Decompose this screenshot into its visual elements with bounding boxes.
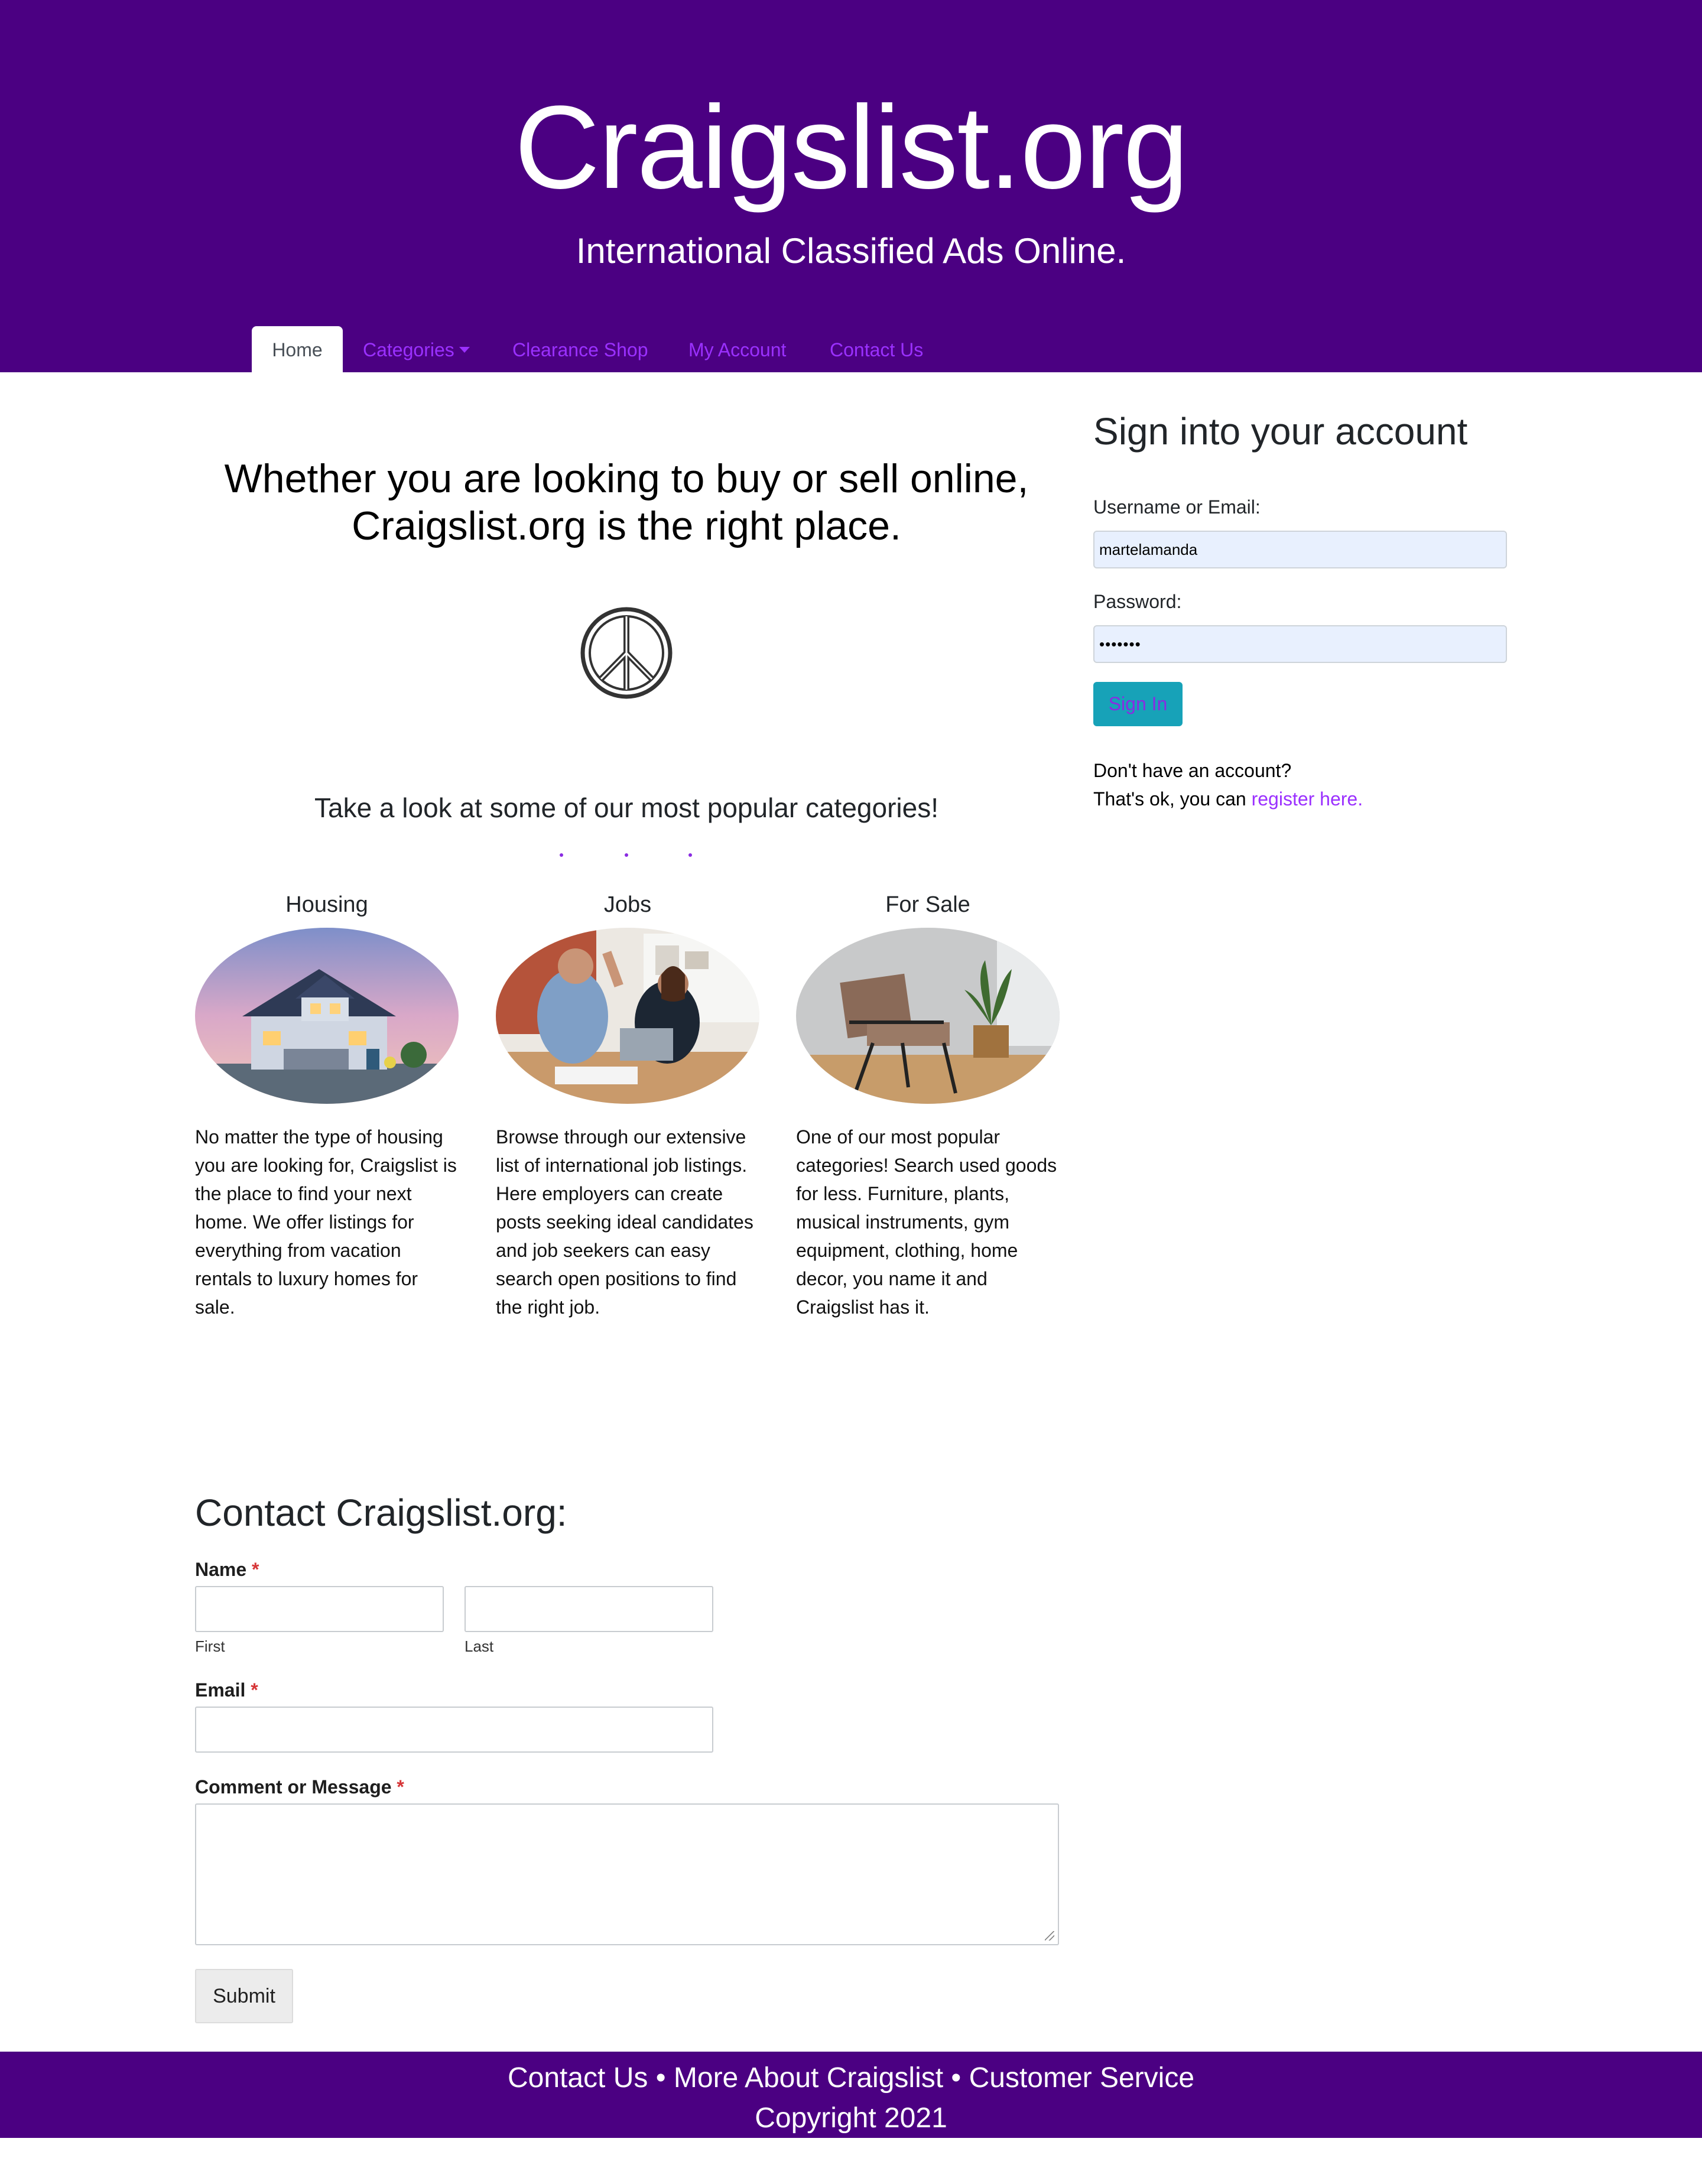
carousel-dot[interactable] <box>688 853 692 857</box>
for-sale-image[interactable] <box>796 928 1060 1104</box>
message-textarea[interactable] <box>195 1803 1059 1945</box>
carousel-dot[interactable] <box>625 853 628 857</box>
site-tagline: International Classified Ads Online. <box>576 231 1126 271</box>
username-input[interactable]: martelamanda <box>1093 531 1507 568</box>
footer-separator: • <box>951 2062 962 2094</box>
required-mark: * <box>251 1679 258 1701</box>
submit-button[interactable]: Submit <box>195 1969 293 2023</box>
footer-link-more-about[interactable]: More About Craigslist <box>674 2062 943 2094</box>
required-mark: * <box>397 1776 404 1798</box>
category-title-housing: Housing <box>285 892 368 917</box>
last-name-sublabel: Last <box>465 1637 494 1655</box>
password-label: Password: <box>1093 591 1182 612</box>
category-text-jobs: Browse through our extensive list of int… <box>496 1126 753 1318</box>
name-label: Name * <box>195 1556 259 1582</box>
hero-line-2: Craigslist.org is the right place. <box>352 503 901 548</box>
name-label-text: Name <box>195 1559 247 1580</box>
nav-tab-categories[interactable]: Categories <box>363 326 470 372</box>
no-account-text: Don't have an account? <box>1093 760 1292 781</box>
category-title-jobs: Jobs <box>603 892 652 917</box>
first-name-field[interactable] <box>195 1586 444 1632</box>
nav-categories-label: Categories <box>363 339 454 360</box>
email-label-text: Email <box>195 1679 246 1701</box>
register-link[interactable]: register here. <box>1252 788 1363 810</box>
site-header: Craigslist.org International Classified … <box>0 0 1702 372</box>
nav-tab-contact-us[interactable]: Contact Us <box>830 326 923 372</box>
category-text-housing: No matter the type of housing you are lo… <box>195 1126 457 1318</box>
password-input[interactable]: ••••••• <box>1093 625 1507 663</box>
sign-in-button[interactable]: Sign In <box>1093 682 1183 726</box>
nav-tab-clearance-shop[interactable]: Clearance Shop <box>512 326 648 372</box>
footer-links: Contact Us • More About Craigslist • Cus… <box>0 2058 1702 2099</box>
footer-link-customer-service[interactable]: Customer Service <box>969 2062 1194 2094</box>
contact-form-title: Contact Craigslist.org: <box>195 1491 567 1534</box>
register-text: That's ok, you can register here. <box>1093 785 1363 813</box>
footer-link-contact-us[interactable]: Contact Us <box>508 2062 648 2094</box>
site-footer: Contact Us • More About Craigslist • Cus… <box>0 2052 1702 2138</box>
category-title-for-sale: For Sale <box>885 892 970 917</box>
nav-tab-home[interactable]: Home <box>252 326 343 372</box>
nav-tab-my-account[interactable]: My Account <box>688 326 786 372</box>
message-label: Comment or Message * <box>195 1774 404 1800</box>
last-name-field[interactable] <box>465 1586 713 1632</box>
popular-categories-heading: Take a look at some of our most popular … <box>314 792 938 823</box>
required-mark: * <box>252 1559 259 1580</box>
carousel-dot[interactable] <box>560 853 563 857</box>
jobs-image[interactable] <box>496 928 759 1104</box>
housing-image[interactable] <box>195 928 459 1104</box>
first-name-sublabel: First <box>195 1637 225 1655</box>
peace-sign-icon <box>580 607 673 699</box>
category-text-for-sale: One of our most popular categories! Sear… <box>796 1126 1057 1318</box>
email-field[interactable] <box>195 1707 713 1753</box>
footer-separator: • <box>655 2062 666 2094</box>
username-label: Username or Email: <box>1093 496 1261 518</box>
signin-title: Sign into your account <box>1093 410 1468 453</box>
site-title: Craigslist.org <box>514 82 1189 213</box>
message-label-text: Comment or Message <box>195 1776 392 1798</box>
resize-handle-icon[interactable] <box>1045 1931 1054 1941</box>
email-label: Email * <box>195 1677 258 1703</box>
chevron-down-icon <box>459 347 470 353</box>
footer-copyright: Copyright 2021 <box>755 2102 947 2134</box>
hero-heading: Whether you are looking to buy or sell o… <box>195 455 1058 550</box>
hero-line-1: Whether you are looking to buy or sell o… <box>224 456 1029 501</box>
register-prefix: That's ok, you can <box>1093 788 1252 810</box>
